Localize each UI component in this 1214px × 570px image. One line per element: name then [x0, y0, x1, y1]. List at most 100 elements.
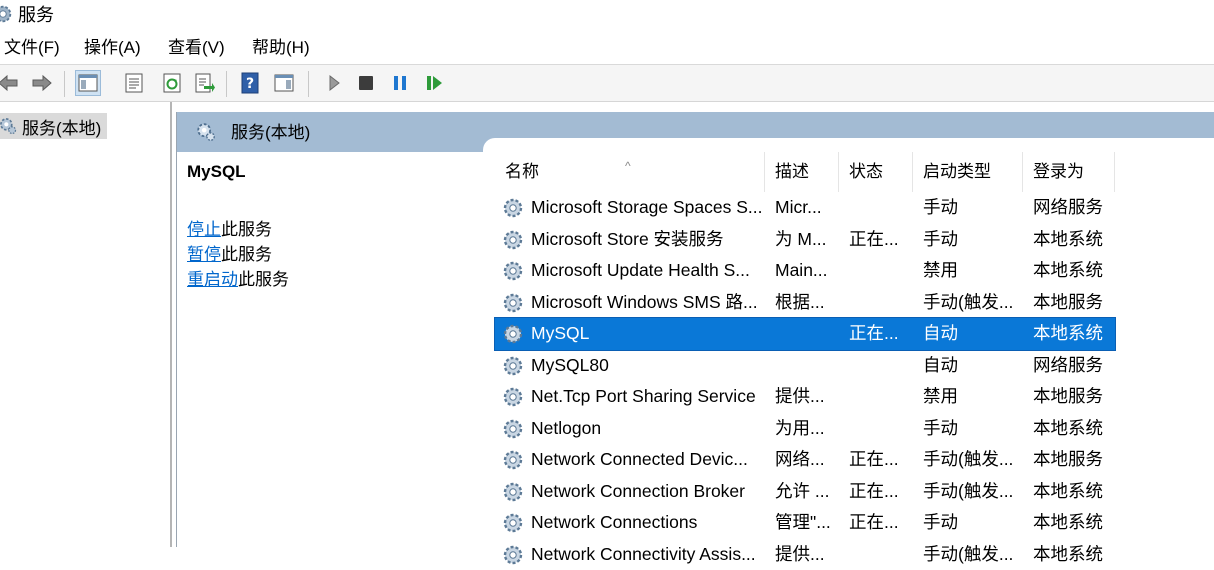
- menu-help[interactable]: 帮助(H): [252, 37, 310, 59]
- menu-bar: 文件(F) 操作(A) 查看(V) 帮助(H): [0, 32, 1214, 65]
- services-gear-icon: [195, 121, 217, 143]
- service-logon-cell: 网络服务: [1033, 192, 1115, 223]
- table-row[interactable]: Microsoft Windows SMS 路... 根据... 手动(触发... 本…: [495, 287, 1115, 319]
- table-row[interactable]: Netlogon为用...手动本地系统: [495, 413, 1115, 445]
- export-list-icon[interactable]: [192, 71, 216, 95]
- pause-service-link[interactable]: 暂停: [187, 245, 221, 264]
- tree-item-services-local[interactable]: 服务(本地): [0, 113, 107, 139]
- service-startup-type-cell: 手动: [923, 413, 1023, 444]
- console-tree: 服务(本地): [0, 102, 172, 547]
- restart-service-icon[interactable]: [422, 71, 446, 95]
- service-name-cell: Network Connection Broker: [531, 476, 765, 507]
- service-startup-type-cell: 自动: [923, 318, 1023, 349]
- service-status-cell: 正在...: [849, 444, 913, 475]
- title-bar: 服务: [0, 0, 1214, 30]
- stop-service-link[interactable]: 停止: [187, 220, 221, 239]
- service-description-cell: 根据...: [775, 287, 839, 318]
- service-gear-icon: [501, 322, 525, 346]
- service-gear-icon: [501, 480, 525, 504]
- window-title: 服务: [18, 4, 54, 26]
- service-gear-icon: [501, 385, 525, 409]
- service-logon-cell: 本地服务: [1033, 287, 1115, 318]
- table-row[interactable]: Network Connected Devic... 网络... 正在... 手动(触…: [495, 444, 1115, 476]
- table-row[interactable]: Microsoft Store 安装服务为 M...正在...手动本地系统: [495, 224, 1115, 256]
- service-startup-type-cell: 手动(触发...: [923, 539, 1023, 570]
- table-row[interactable]: Net.Tcp Port Sharing Service提供...禁用本地服务: [495, 381, 1115, 413]
- menu-file[interactable]: 文件(F): [4, 37, 60, 59]
- service-logon-cell: 本地系统: [1033, 476, 1115, 507]
- service-gear-icon: [501, 543, 525, 567]
- service-description-cell: Micr...: [775, 192, 839, 223]
- service-name-cell: Network Connectivity Assis...: [531, 539, 765, 570]
- service-description-cell: Main...: [775, 255, 839, 286]
- service-name-cell: Microsoft Windows SMS 路...: [531, 287, 765, 318]
- toolbar-separator: [226, 71, 227, 97]
- service-name-cell: MySQL80: [531, 350, 765, 381]
- tree-item-label: 服务(本地): [22, 114, 101, 139]
- service-status-cell: 正在...: [849, 224, 913, 255]
- properties-icon[interactable]: [122, 71, 146, 95]
- services-gear-icon: [0, 116, 18, 136]
- services-pane: 服务(本地) MySQL 停止此服务 暂停此服务 重启动此服务 名称 ^ 描述 …: [176, 112, 1214, 547]
- service-gear-icon: [501, 228, 525, 252]
- column-header-name[interactable]: 名称 ^: [495, 152, 765, 192]
- menu-action[interactable]: 操作(A): [84, 37, 141, 59]
- service-logon-cell: 本地系统: [1033, 318, 1115, 349]
- table-row[interactable]: Microsoft Storage Spaces S... Micr... 手动网络…: [495, 192, 1115, 224]
- service-startup-type-cell: 手动(触发...: [923, 287, 1023, 318]
- pause-service-icon[interactable]: [388, 71, 412, 95]
- service-status-cell: 正在...: [849, 507, 913, 538]
- table-row[interactable]: Network Connections管理"...正在...手动本地系统: [495, 507, 1115, 539]
- service-startup-type-cell: 自动: [923, 350, 1023, 381]
- column-header-log-on-as[interactable]: 登录为: [1023, 152, 1115, 192]
- restart-service-link[interactable]: 重启动: [187, 270, 238, 289]
- service-description-cell: 网络...: [775, 444, 839, 475]
- table-row[interactable]: MySQL80 自动网络服务: [495, 350, 1115, 382]
- service-startup-type-cell: 手动(触发...: [923, 444, 1023, 475]
- service-name-cell: Microsoft Store 安装服务: [531, 224, 765, 255]
- table-row[interactable]: MySQL正在...自动本地系统: [495, 318, 1115, 350]
- service-status-cell: 正在...: [849, 318, 913, 349]
- stop-service-icon[interactable]: [354, 71, 378, 95]
- service-gear-icon: [501, 511, 525, 535]
- service-name-cell: Network Connections: [531, 507, 765, 538]
- service-logon-cell: 本地服务: [1033, 444, 1115, 475]
- service-gear-icon: [501, 291, 525, 315]
- column-header-startup-type[interactable]: 启动类型: [913, 152, 1023, 192]
- back-arrow-icon[interactable]: [0, 71, 20, 95]
- column-header-status[interactable]: 状态: [839, 152, 913, 192]
- service-startup-type-cell: 手动: [923, 192, 1023, 223]
- action-suffix: 此服务: [221, 245, 272, 264]
- refresh-icon[interactable]: [160, 71, 184, 95]
- table-row[interactable]: Network Connectivity Assis...提供...手动(触发.…: [495, 539, 1115, 570]
- show-hide-tree-icon[interactable]: [76, 71, 100, 95]
- help-icon[interactable]: ?: [238, 71, 262, 95]
- menu-view[interactable]: 查看(V): [168, 37, 225, 59]
- action-restart-service: 重启动此服务: [187, 268, 289, 292]
- service-startup-type-cell: 手动: [923, 224, 1023, 255]
- service-description-cell: 管理"...: [775, 507, 839, 538]
- show-hide-action-pane-icon[interactable]: [272, 71, 296, 95]
- column-header-description[interactable]: 描述: [765, 152, 839, 192]
- table-row[interactable]: Microsoft Update Health S...Main...禁用本地系…: [495, 255, 1115, 287]
- service-status-cell: 正在...: [849, 476, 913, 507]
- sort-ascending-icon: ^: [625, 146, 631, 186]
- start-service-icon[interactable]: [322, 71, 346, 95]
- service-startup-type-cell: 手动(触发...: [923, 476, 1023, 507]
- table-row[interactable]: Network Connection Broker允许 ...正在...手动(触…: [495, 476, 1115, 508]
- service-name-cell: Microsoft Update Health S...: [531, 255, 765, 286]
- service-gear-icon: [501, 448, 525, 472]
- action-suffix: 此服务: [221, 220, 272, 239]
- svg-text:?: ?: [246, 76, 254, 92]
- service-logon-cell: 网络服务: [1033, 350, 1115, 381]
- toolbar: ?: [0, 65, 1214, 102]
- service-logon-cell: 本地系统: [1033, 413, 1115, 444]
- service-name-cell: Microsoft Storage Spaces S...: [531, 192, 765, 223]
- service-startup-type-cell: 手动: [923, 507, 1023, 538]
- action-pause-service: 暂停此服务: [187, 243, 272, 267]
- service-description-cell: 为 M...: [775, 224, 839, 255]
- service-name-cell: Network Connected Devic...: [531, 444, 765, 475]
- column-header-label: 名称: [505, 162, 539, 181]
- forward-arrow-icon[interactable]: [30, 71, 54, 95]
- service-logon-cell: 本地服务: [1033, 381, 1115, 412]
